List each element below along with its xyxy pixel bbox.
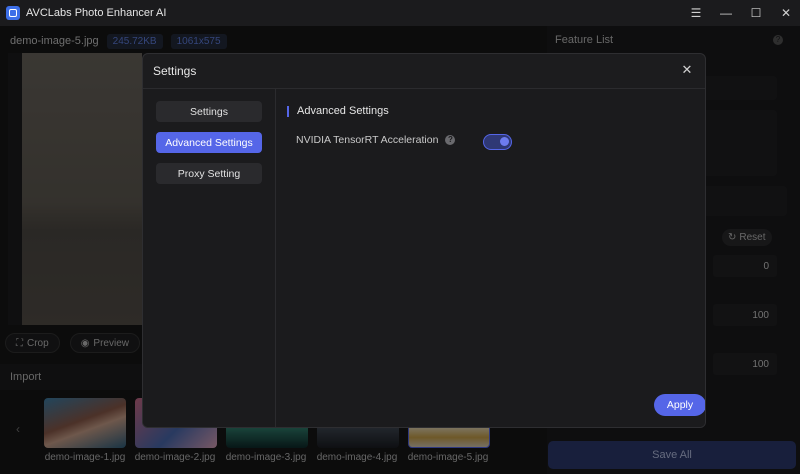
settings-nav: Settings Advanced Settings Proxy Setting <box>143 89 276 427</box>
minimize-icon[interactable]: — <box>720 6 732 20</box>
close-window-icon[interactable]: ✕ <box>780 6 792 20</box>
app-logo-icon <box>6 6 20 20</box>
dialog-title: Settings <box>153 64 197 78</box>
nav-proxy-setting[interactable]: Proxy Setting <box>156 163 262 184</box>
section-title: Advanced Settings <box>287 105 389 117</box>
dialog-header: Settings ✕ <box>143 54 705 88</box>
tensorrt-option: NVIDIA TensorRT Acceleration ? <box>296 134 456 146</box>
title-bar: AVCLabs Photo Enhancer AI ☰ — ☐ ✕ <box>0 0 800 26</box>
dialog-body: Settings Advanced Settings Proxy Setting… <box>143 89 705 427</box>
close-icon[interactable]: ✕ <box>681 63 693 76</box>
menu-icon[interactable]: ☰ <box>690 6 702 20</box>
settings-dialog: Settings ✕ Settings Advanced Settings Pr… <box>142 53 706 428</box>
maximize-icon[interactable]: ☐ <box>750 6 762 20</box>
app-title: AVCLabs Photo Enhancer AI <box>26 7 167 19</box>
nav-settings[interactable]: Settings <box>156 101 262 122</box>
toggle-knob <box>500 137 509 146</box>
nav-advanced-settings[interactable]: Advanced Settings <box>156 132 262 153</box>
tensorrt-label: NVIDIA TensorRT Acceleration <box>296 134 439 146</box>
tensorrt-toggle[interactable] <box>483 134 512 150</box>
help-icon[interactable]: ? <box>445 135 456 145</box>
apply-button[interactable]: Apply <box>654 394 705 416</box>
window-controls: ☰ — ☐ ✕ <box>690 0 792 26</box>
